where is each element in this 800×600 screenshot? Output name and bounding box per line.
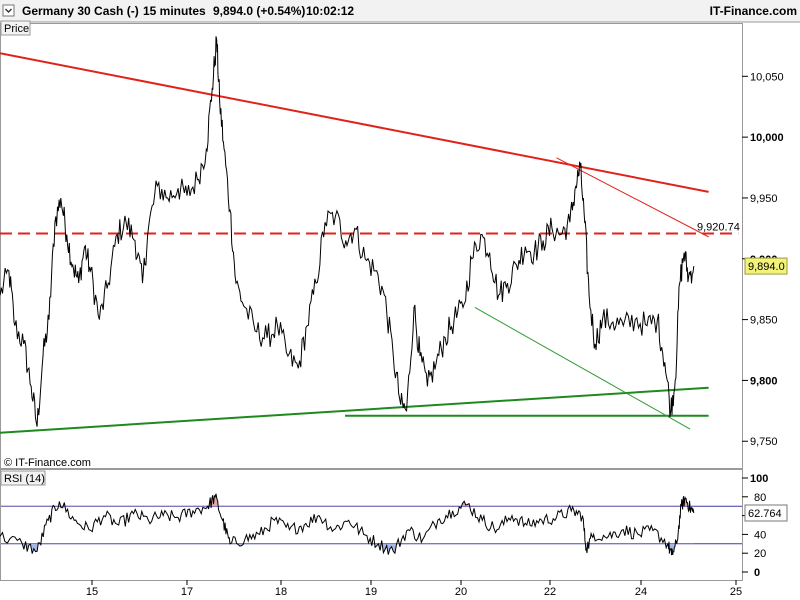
x-tick-label: 24 xyxy=(635,586,647,598)
price-y-tick-label: 9,750 xyxy=(750,436,778,448)
x-tick-label: 25 xyxy=(730,586,742,598)
price-y-tick-label: 10,050 xyxy=(750,71,784,83)
rsi-y-tick-label: 0 xyxy=(754,567,760,579)
price-panel-title: Price xyxy=(0,20,31,36)
rsi-y-tick-label: 40 xyxy=(754,529,766,541)
level-value-label: 9,920.74 xyxy=(697,222,740,234)
brand-name: IT-Finance.com xyxy=(710,4,797,18)
last-price-label: 9,894.0 xyxy=(748,261,785,273)
rsi-y-tick-label: 100 xyxy=(750,473,768,485)
price-y-tick-label: 10,000 xyxy=(750,132,784,144)
time-x-axis: 15 17 18 19 20 22 24 25 xyxy=(86,580,742,598)
price-y-tick-label: 9,950 xyxy=(750,193,778,205)
rsi-panel-title: RSI (14) xyxy=(0,470,46,486)
instrument-name: Germany 30 Cash (-) xyxy=(22,4,139,18)
copyright-label: © IT-Finance.com xyxy=(4,457,91,469)
price-y-tick-label: 9,850 xyxy=(750,315,778,327)
x-tick-label: 15 xyxy=(86,586,98,598)
chart-menu-icon[interactable] xyxy=(2,4,15,17)
x-tick-label: 18 xyxy=(275,586,287,598)
x-tick-label: 17 xyxy=(181,586,193,598)
svg-text:RSI (14): RSI (14) xyxy=(4,473,45,485)
x-tick-label: 19 xyxy=(365,586,377,598)
rsi-y-tick-label: 80 xyxy=(754,492,766,504)
last-rsi-label: 62.764 xyxy=(748,508,782,520)
last-price-change: 9,894.0 (+0.54%) xyxy=(213,4,305,18)
price-y-tick-label: 9,800 xyxy=(750,375,778,387)
quote-time: 10:02:12 xyxy=(306,4,354,18)
svg-text:Price: Price xyxy=(4,23,29,35)
interval-label: 15 minutes xyxy=(143,4,206,18)
x-tick-label: 22 xyxy=(544,586,556,598)
price-panel xyxy=(0,23,743,469)
chart-canvas: Germany 30 Cash (-) 15 minutes 9,894.0 (… xyxy=(0,0,800,598)
rsi-y-tick-label: 20 xyxy=(754,548,766,560)
x-tick-label: 20 xyxy=(455,586,467,598)
